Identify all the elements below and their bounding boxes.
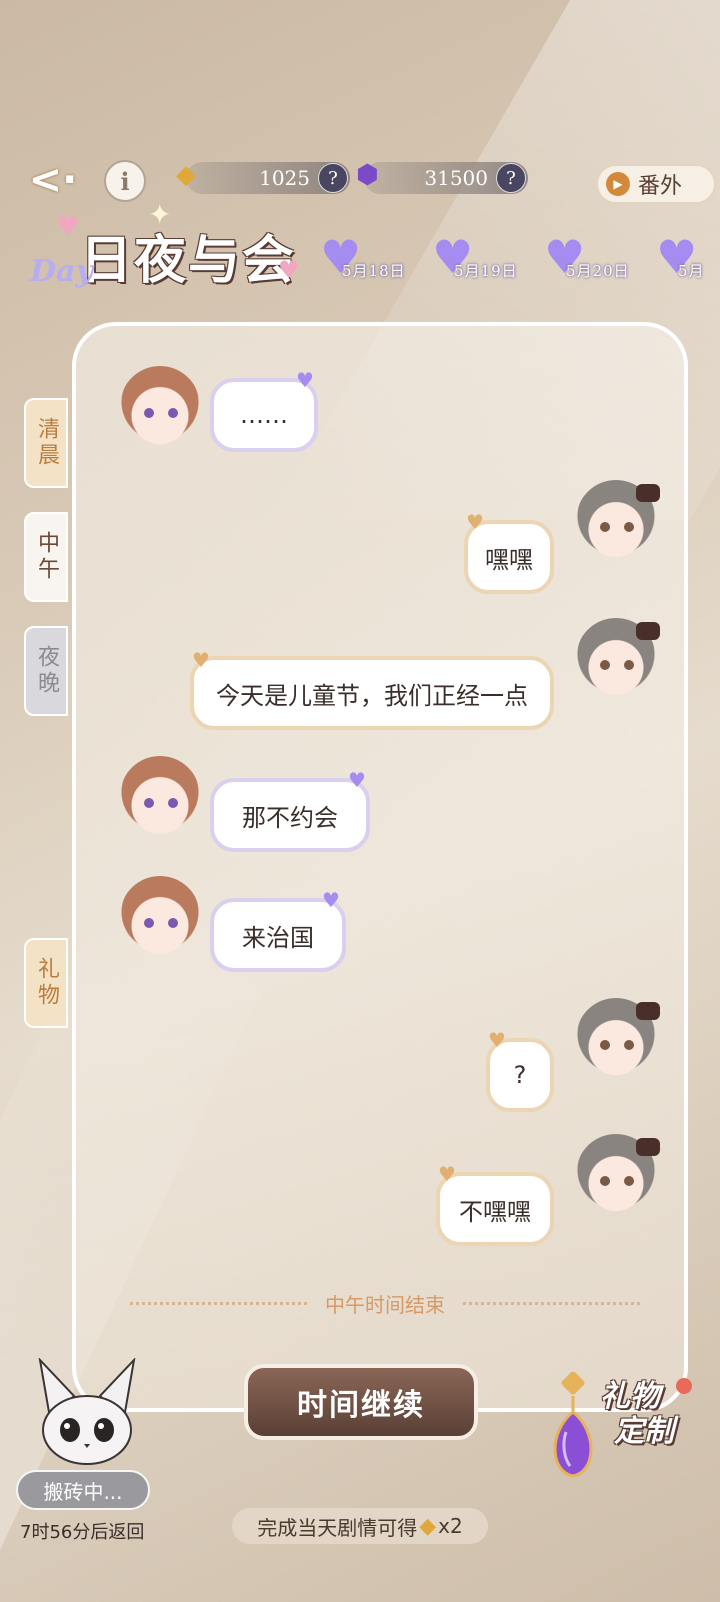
tab-gift[interactable]: 礼物 bbox=[24, 938, 68, 1028]
gem-currency: 31500 ? bbox=[364, 162, 528, 194]
notification-dot bbox=[676, 1378, 692, 1394]
event-title: 日夜与会 bbox=[80, 230, 297, 291]
male-avatar bbox=[120, 366, 200, 446]
gem-help-button[interactable]: ? bbox=[496, 163, 526, 193]
pet-return-timer: 7时56分后返回 bbox=[20, 1522, 145, 1543]
purple-heart-icon: ♥ bbox=[348, 768, 366, 792]
screen: { "header": { "back_icon": "back-arrow-i… bbox=[0, 0, 720, 1602]
message-text: 今天是儿童节，我们正经一点 bbox=[216, 681, 528, 710]
date-item[interactable]: ♥ 5月20日 bbox=[542, 232, 652, 286]
gift-custom-label: 礼物 定制 bbox=[600, 1379, 710, 1449]
section-end-text: 中午时间结束 bbox=[325, 1292, 445, 1317]
reward-multiplier: x2 bbox=[438, 1514, 463, 1538]
tab-morning[interactable]: 清晨 bbox=[24, 398, 68, 488]
extra-story-label: 番外 bbox=[638, 174, 683, 199]
female-avatar bbox=[576, 480, 660, 560]
gold-currency: 1025 ? bbox=[186, 162, 350, 194]
info-icon: i bbox=[120, 166, 130, 196]
date-item[interactable]: ♥ 5月 bbox=[654, 232, 720, 286]
message-text: ? bbox=[513, 1061, 527, 1089]
heart-decoration-icon: ♥ bbox=[56, 212, 80, 242]
sparkle-icon: ✦ bbox=[148, 198, 172, 231]
heart-decoration-icon: ♥ bbox=[278, 256, 300, 284]
gold-heart-icon: ♥ bbox=[438, 1162, 456, 1186]
gold-heart-icon: ♥ bbox=[192, 648, 210, 672]
purple-gem-icon: ⬢ bbox=[356, 160, 379, 190]
female-avatar bbox=[576, 1134, 660, 1214]
reward-text: 完成当天剧情可得 bbox=[257, 1515, 418, 1540]
date-label: 5月19日 bbox=[454, 262, 518, 280]
date-label: 5月18日 bbox=[342, 262, 406, 280]
gold-amount: 1025 bbox=[259, 166, 310, 190]
divider-dots bbox=[463, 1301, 640, 1305]
gold-crystal-icon: ◆ bbox=[419, 1513, 437, 1539]
message-bubble: 今天是儿童节，我们正经一点 bbox=[190, 656, 554, 730]
continue-time-button[interactable]: 时间继续 bbox=[244, 1364, 478, 1440]
date-label: 5月20日 bbox=[566, 262, 630, 280]
reward-hint: 完成当天剧情可得 ◆ x2 bbox=[232, 1508, 488, 1544]
play-icon: ▶ bbox=[606, 172, 630, 196]
male-avatar bbox=[120, 756, 200, 836]
gold-help-button[interactable]: ? bbox=[318, 163, 348, 193]
message-bubble: 那不约会 bbox=[210, 778, 370, 852]
female-avatar bbox=[576, 998, 660, 1078]
female-avatar bbox=[576, 618, 660, 698]
date-selector: ♥ 5月18日 ♥ 5月19日 ♥ 5月20日 ♥ 5月 bbox=[318, 232, 720, 286]
message-text: 嘿嘿 bbox=[485, 545, 533, 574]
purple-heart-icon: ♥ bbox=[322, 888, 340, 912]
gem-amount: 31500 bbox=[424, 166, 488, 190]
info-button[interactable]: i bbox=[104, 160, 146, 202]
message-text: 不嘿嘿 bbox=[459, 1197, 531, 1226]
gold-crystal-icon: ◆ bbox=[176, 160, 196, 190]
back-arrow-icon: <· bbox=[28, 157, 78, 203]
pet-character[interactable] bbox=[32, 1356, 142, 1468]
date-label: 5月 bbox=[678, 262, 705, 280]
divider-dots bbox=[130, 1301, 307, 1305]
purple-heart-icon: ♥ bbox=[296, 368, 314, 392]
tab-noon[interactable]: 中午 bbox=[24, 512, 68, 602]
gift-custom-line1: 礼物 bbox=[600, 1379, 660, 1414]
male-avatar bbox=[120, 876, 200, 956]
gift-custom-line2: 定制 bbox=[614, 1413, 674, 1449]
fox-pet-icon bbox=[38, 1356, 136, 1465]
gold-heart-icon: ♥ bbox=[466, 510, 484, 534]
back-button[interactable]: <· bbox=[26, 157, 80, 203]
event-logo: 日夜与会 Day ♥ ✦ ♥ bbox=[30, 198, 330, 300]
pet-status-badge: 搬砖中... bbox=[16, 1470, 150, 1510]
date-item[interactable]: ♥ 5月19日 bbox=[430, 232, 540, 286]
date-item[interactable]: ♥ 5月18日 bbox=[318, 232, 428, 286]
message-text: …… bbox=[240, 401, 288, 429]
extra-story-button[interactable]: ▶ 番外 bbox=[596, 164, 716, 204]
section-end-divider: 中午时间结束 bbox=[130, 1288, 640, 1318]
message-text: 来治国 bbox=[242, 923, 314, 952]
event-accent: Day bbox=[30, 254, 93, 289]
message-text: 那不约会 bbox=[242, 803, 338, 832]
gold-heart-icon: ♥ bbox=[488, 1028, 506, 1052]
tab-night[interactable]: 夜晚 bbox=[24, 626, 68, 716]
